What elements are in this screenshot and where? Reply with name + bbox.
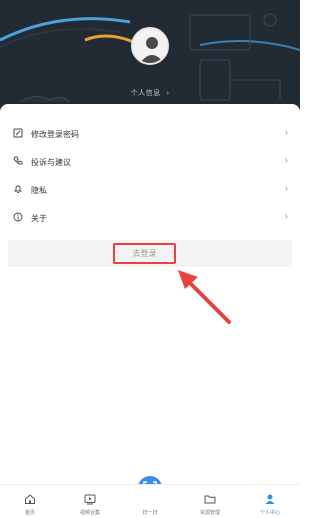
tab-label: 个人中心 (259, 510, 280, 516)
tab-profile[interactable]: 个人中心 (240, 485, 300, 518)
tab-label: 扫一扫 (142, 510, 158, 516)
bottom-tab-bar: 首页 视频合集 扫一扫 资源管理 个人中心 (0, 484, 300, 518)
tab-resources[interactable]: 资源管理 (180, 485, 240, 518)
home-icon (25, 494, 35, 504)
tab-label: 首页 (24, 510, 35, 516)
tab-home[interactable]: 首页 (0, 485, 60, 518)
folder-icon (204, 495, 216, 504)
video-icon (84, 494, 96, 505)
tab-label: 视频合集 (79, 510, 100, 516)
annotation-arrow-icon (178, 270, 231, 324)
tab-videos[interactable]: 视频合集 (60, 485, 120, 518)
person-icon (265, 494, 275, 504)
tab-scan[interactable]: 扫一扫 (120, 485, 180, 518)
tab-label: 资源管理 (199, 510, 220, 516)
